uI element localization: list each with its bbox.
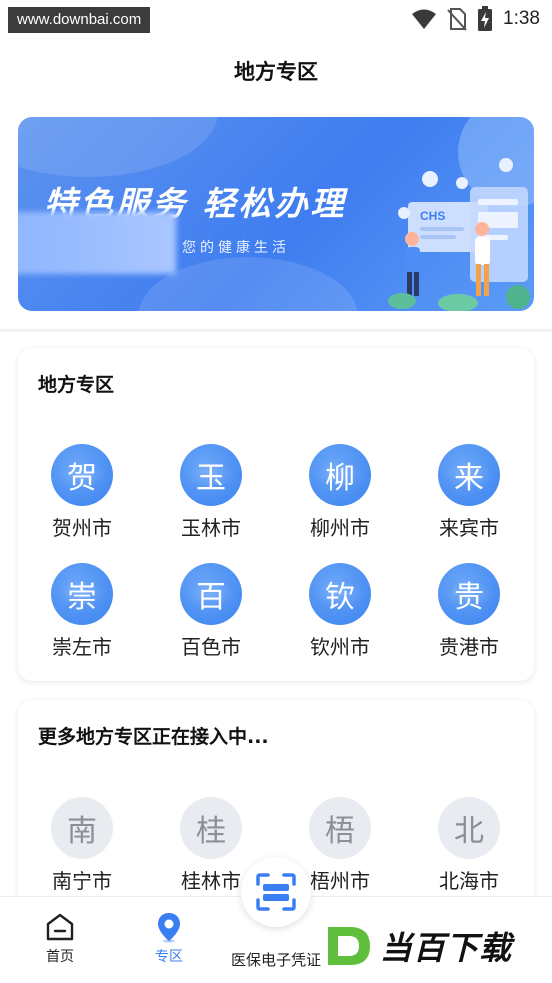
region-name: 玉林市	[181, 516, 241, 540]
brand-text: 当百下载	[380, 929, 513, 967]
wifi-icon	[412, 9, 437, 29]
region-icon: 玉	[180, 444, 242, 506]
url-watermark: www.downbai.com	[8, 7, 151, 33]
page-title: 地方专区	[234, 60, 318, 84]
promo-banner[interactable]: 特色服务 轻松办理 您的健康生活 CHS	[18, 117, 534, 311]
no-sim-icon	[447, 8, 467, 31]
region-guigang[interactable]: 贵 贵港市	[419, 563, 519, 660]
region-name: 钦州市	[310, 635, 370, 659]
region-icon: 钦	[309, 563, 371, 625]
region-name: 南宁市	[52, 869, 112, 893]
status-bar: www.downbai.com 1:38	[0, 0, 552, 40]
region-baise[interactable]: 百 百色市	[161, 563, 261, 660]
scan-icon	[256, 873, 296, 911]
region-hezhou[interactable]: 贺 贺州市	[32, 444, 132, 541]
region-name: 百色市	[181, 635, 241, 659]
region-name: 来宾市	[439, 516, 499, 540]
region-name: 柳州市	[310, 516, 370, 540]
region-icon: 百	[180, 563, 242, 625]
banner-illustration: CHS	[388, 158, 530, 311]
region-name: 贵港市	[439, 635, 499, 659]
banner-subtitle: 您的健康生活	[182, 240, 290, 256]
nav-zone[interactable]: 专区	[124, 911, 214, 966]
region-laibin[interactable]: 来 来宾市	[419, 444, 519, 541]
region-icon: 柳	[309, 444, 371, 506]
region-icon: 贵	[438, 563, 500, 625]
blurred-overlay	[18, 212, 176, 274]
nav-home-label: 首页	[46, 949, 74, 965]
region-qinzhou[interactable]: 钦 钦州市	[290, 563, 390, 660]
region-icon: 崇	[51, 563, 113, 625]
local-zone-card: 地方专区 贺 贺州市 玉 玉林市 柳 柳州市 来 来宾市 崇 崇左市 百 百色市…	[18, 348, 534, 681]
battery-charging-icon	[478, 6, 493, 31]
clock: 1:38	[503, 8, 540, 29]
region-name: 崇左市	[52, 635, 112, 659]
region-yulin[interactable]: 玉 玉林市	[161, 444, 261, 541]
region-icon: 梧	[309, 797, 371, 859]
region-name: 北海市	[439, 869, 499, 893]
nav-home[interactable]: 首页	[15, 911, 105, 966]
medical-ecard-button[interactable]	[241, 857, 311, 927]
region-nanning: 南 南宁市	[32, 797, 132, 894]
section-divider	[0, 329, 552, 332]
region-icon: 桂	[180, 797, 242, 859]
chs-badge: CHS	[420, 209, 445, 223]
d-logo-icon	[328, 927, 370, 965]
brand-watermark-logo: 当百下载	[322, 917, 548, 975]
more-zone-title: 更多地方专区正在接入中...	[38, 726, 269, 748]
region-name: 贺州市	[52, 516, 112, 540]
medical-ecard-label: 医保电子凭证	[230, 951, 321, 969]
region-chongzuo[interactable]: 崇 崇左市	[32, 563, 132, 660]
region-beihai: 北 北海市	[419, 797, 519, 894]
status-icons: 1:38	[411, 6, 540, 32]
location-pin-icon	[158, 913, 180, 943]
home-icon	[46, 913, 74, 941]
local-zone-title: 地方专区	[38, 374, 115, 396]
region-icon: 来	[438, 444, 500, 506]
region-icon: 南	[51, 797, 113, 859]
region-liuzhou[interactable]: 柳 柳州市	[290, 444, 390, 541]
nav-zone-label: 专区	[155, 949, 183, 965]
region-icon: 北	[438, 797, 500, 859]
region-icon: 贺	[51, 444, 113, 506]
